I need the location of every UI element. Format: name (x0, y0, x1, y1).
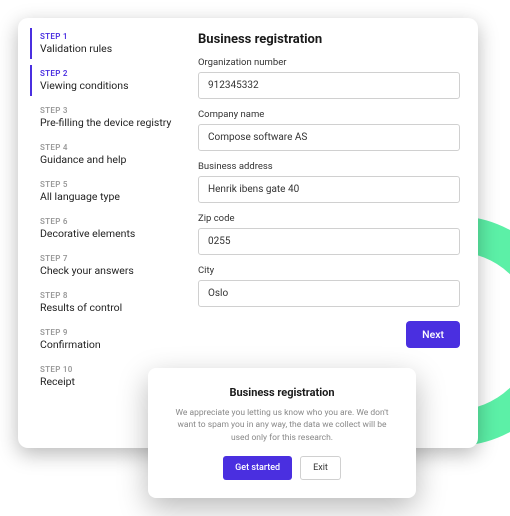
step-title: Pre-filling the device registry (40, 116, 188, 129)
modal-title: Business registration (168, 386, 396, 399)
form-fields: Organization number Company name Business … (198, 57, 460, 307)
step-title: Results of control (40, 301, 188, 314)
field-1: Company name (198, 109, 460, 151)
field-label: Zip code (198, 213, 460, 224)
next-button[interactable]: Next (406, 321, 460, 348)
step-label: STEP 8 (40, 291, 188, 300)
step-1[interactable]: STEP 1Validation rules (30, 28, 188, 59)
step-title: Decorative elements (40, 227, 188, 240)
step-6[interactable]: STEP 6Decorative elements (30, 213, 188, 244)
field-label: Company name (198, 109, 460, 120)
field-4: City (198, 265, 460, 307)
field-input-0[interactable] (198, 72, 460, 99)
step-8[interactable]: STEP 8Results of control (30, 287, 188, 318)
step-9[interactable]: STEP 9Confirmation (30, 324, 188, 355)
field-input-4[interactable] (198, 280, 460, 307)
get-started-button[interactable]: Get started (223, 456, 292, 480)
field-0: Organization number (198, 57, 460, 99)
step-title: Check your answers (40, 264, 188, 277)
step-label: STEP 4 (40, 143, 188, 152)
step-5[interactable]: STEP 5All language type (30, 176, 188, 207)
step-label: STEP 2 (40, 69, 188, 78)
page-title: Business registration (198, 32, 460, 47)
field-label: Business address (198, 161, 460, 172)
exit-button[interactable]: Exit (300, 456, 341, 480)
step-7[interactable]: STEP 7Check your answers (30, 250, 188, 281)
step-label: STEP 7 (40, 254, 188, 263)
step-title: Viewing conditions (40, 79, 188, 92)
step-label: STEP 6 (40, 217, 188, 226)
step-label: STEP 3 (40, 106, 188, 115)
step-title: Confirmation (40, 338, 188, 351)
field-input-1[interactable] (198, 124, 460, 151)
step-3[interactable]: STEP 3Pre-filling the device registry (30, 102, 188, 133)
step-title: Validation rules (40, 42, 188, 55)
field-2: Business address (198, 161, 460, 203)
modal-text: We appreciate you letting us know who yo… (168, 407, 396, 444)
step-title: Guidance and help (40, 153, 188, 166)
step-label: STEP 9 (40, 328, 188, 337)
welcome-modal: Business registration We appreciate you … (148, 368, 416, 498)
step-label: STEP 5 (40, 180, 188, 189)
step-label: STEP 1 (40, 32, 188, 41)
step-2[interactable]: STEP 2Viewing conditions (30, 65, 188, 96)
step-title: All language type (40, 190, 188, 203)
field-label: City (198, 265, 460, 276)
field-3: Zip code (198, 213, 460, 255)
field-input-2[interactable] (198, 176, 460, 203)
modal-buttons: Get started Exit (168, 456, 396, 480)
field-input-3[interactable] (198, 228, 460, 255)
step-4[interactable]: STEP 4Guidance and help (30, 139, 188, 170)
field-label: Organization number (198, 57, 460, 68)
